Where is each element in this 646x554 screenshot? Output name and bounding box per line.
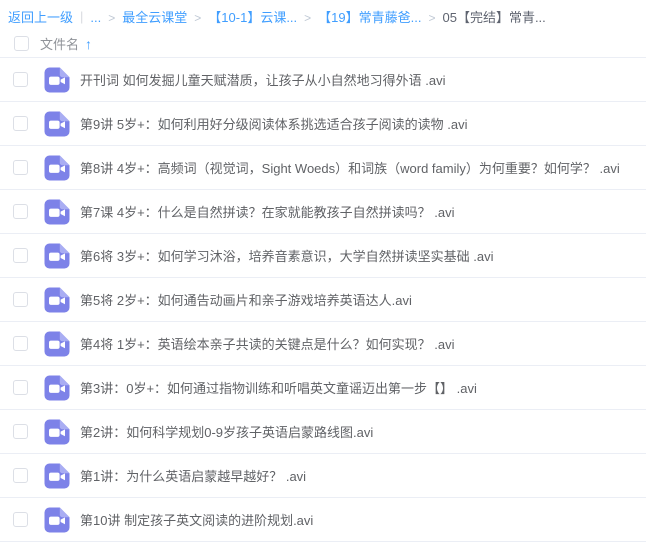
file-row[interactable]: 第5将 2岁+：如何通告动画片和亲子游戏培养英语达人.avi <box>0 278 646 322</box>
file-row[interactable]: 第4将 1岁+：英语绘本亲子共读的关键点是什么？如何实现？ .avi <box>0 322 646 366</box>
file-row[interactable]: 第3讲：0岁+：如何通过指物训练和听唱英文童谣迈出第一步【】 .avi <box>0 366 646 410</box>
file-manager-page: 返回上一级 | ... > 最全云课堂 > 【10-1】云课... > 【19】常青藤爸..… <box>0 0 646 554</box>
row-checkbox[interactable] <box>13 336 28 351</box>
file-list: 开刊词 如何发掘儿童天赋潜质，让孩子从小自然地习得外语 .avi 第9讲 5岁+… <box>0 58 646 542</box>
breadcrumb-separator: > <box>304 10 312 25</box>
file-row[interactable]: 第7课 4岁+：什么是自然拼读？在家就能教孩子自然拼读吗？ .avi <box>0 190 646 234</box>
file-row[interactable]: 第8讲 4岁+：高频词（视觉词，Sight Woeds）和词族（word fam… <box>0 146 646 190</box>
sort-ascending-icon[interactable]: ↑ <box>85 37 92 51</box>
video-file-icon <box>44 419 70 445</box>
file-name[interactable]: 第10讲 制定孩子英文阅读的进阶规划.avi <box>80 510 313 529</box>
file-name[interactable]: 第4将 1岁+：英语绘本亲子共读的关键点是什么？如何实现？ .avi <box>80 334 455 353</box>
video-file-icon <box>44 375 70 401</box>
breadcrumb-link[interactable]: 【19】常青藤爸... <box>318 10 421 25</box>
breadcrumb-items: ... > 最全云课堂 > 【10-1】云课... > 【19】常青藤爸... >05【完结】… <box>90 7 545 26</box>
breadcrumb-current: 05【完结】常青... <box>442 9 546 25</box>
video-file-icon <box>44 287 70 313</box>
file-name[interactable]: 第2讲：如何科学规划0-9岁孩子英语启蒙路线图.avi <box>80 422 373 441</box>
video-file-icon <box>44 199 70 225</box>
breadcrumb-link[interactable]: ... <box>90 10 101 25</box>
file-list-header: 文件名 ↑ <box>0 30 646 58</box>
video-file-icon <box>44 331 70 357</box>
breadcrumb-link[interactable]: 【10-1】云课... <box>208 10 297 25</box>
row-checkbox[interactable] <box>13 424 28 439</box>
breadcrumb-separator: > <box>108 10 116 25</box>
video-file-icon <box>44 507 70 533</box>
file-name[interactable]: 第1讲：为什么英语启蒙越早越好？ .avi <box>80 466 306 485</box>
file-row[interactable]: 第2讲：如何科学规划0-9岁孩子英语启蒙路线图.avi <box>0 410 646 454</box>
file-name[interactable]: 第6将 3岁+：如何学习沐浴，培养音素意识，大学自然拼读坚实基础 .avi <box>80 246 494 265</box>
file-name[interactable]: 第9讲 5岁+：如何利用好分级阅读体系挑选适合孩子阅读的读物 .avi <box>80 114 468 133</box>
row-checkbox[interactable] <box>13 292 28 307</box>
filename-column-header[interactable]: 文件名 <box>40 34 79 53</box>
file-row[interactable]: 开刊词 如何发掘儿童天赋潜质，让孩子从小自然地习得外语 .avi <box>0 58 646 102</box>
file-row[interactable]: 第6将 3岁+：如何学习沐浴，培养音素意识，大学自然拼读坚实基础 .avi <box>0 234 646 278</box>
row-checkbox[interactable] <box>13 204 28 219</box>
breadcrumb-pipe-separator: | <box>80 8 84 24</box>
file-name[interactable]: 第5将 2岁+：如何通告动画片和亲子游戏培养英语达人.avi <box>80 290 412 309</box>
select-all-checkbox[interactable] <box>14 36 29 51</box>
file-name[interactable]: 第3讲：0岁+：如何通过指物训练和听唱英文童谣迈出第一步【】 .avi <box>80 378 477 397</box>
breadcrumb-link[interactable]: 最全云课堂 <box>122 10 187 25</box>
video-file-icon <box>44 243 70 269</box>
video-file-icon <box>44 463 70 489</box>
breadcrumb-separator: > <box>194 10 202 25</box>
file-row[interactable]: 第10讲 制定孩子英文阅读的进阶规划.avi <box>0 498 646 542</box>
video-file-icon <box>44 67 70 93</box>
file-name[interactable]: 开刊词 如何发掘儿童天赋潜质，让孩子从小自然地习得外语 .avi <box>80 70 445 89</box>
breadcrumb: 返回上一级 | ... > 最全云课堂 > 【10-1】云课... > 【19】常青藤爸..… <box>0 0 646 30</box>
file-name[interactable]: 第8讲 4岁+：高频词（视觉词，Sight Woeds）和词族（word fam… <box>80 158 620 177</box>
row-checkbox[interactable] <box>13 116 28 131</box>
row-checkbox[interactable] <box>13 468 28 483</box>
breadcrumb-back-link[interactable]: 返回上一级 <box>8 7 73 26</box>
video-file-icon <box>44 155 70 181</box>
row-checkbox[interactable] <box>13 248 28 263</box>
file-row[interactable]: 第1讲：为什么英语启蒙越早越好？ .avi <box>0 454 646 498</box>
breadcrumb-separator: > <box>428 10 436 25</box>
file-name[interactable]: 第7课 4岁+：什么是自然拼读？在家就能教孩子自然拼读吗？ .avi <box>80 202 455 221</box>
video-file-icon <box>44 111 70 137</box>
file-row[interactable]: 第9讲 5岁+：如何利用好分级阅读体系挑选适合孩子阅读的读物 .avi <box>0 102 646 146</box>
row-checkbox[interactable] <box>13 512 28 527</box>
row-checkbox[interactable] <box>13 380 28 395</box>
row-checkbox[interactable] <box>13 72 28 87</box>
row-checkbox[interactable] <box>13 160 28 175</box>
